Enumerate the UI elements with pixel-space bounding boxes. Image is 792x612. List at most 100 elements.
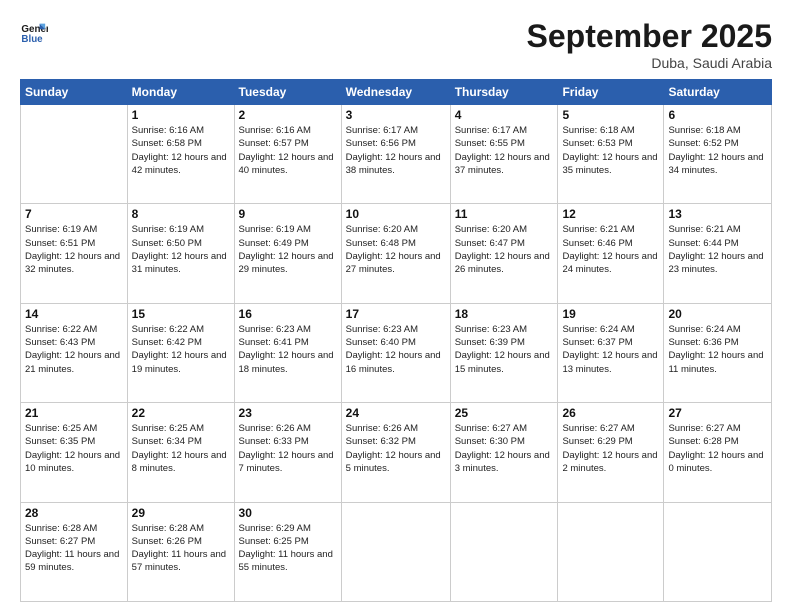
day-of-week-friday: Friday [558,80,664,105]
calendar-cell: 8 Sunrise: 6:19 AM Sunset: 6:50 PM Daylig… [127,204,234,303]
calendar-cell: 29Sunrise: 6:28 AM Sunset: 6:26 PM Dayli… [127,502,234,601]
day-number: 21 [25,406,123,420]
calendar-cell: 12 Sunrise: 6:21 AM Sunset: 6:46 PM Dayli… [558,204,664,303]
calendar-week-row: 7Sunrise: 6:19 AM Sunset: 6:51 PM Daylig… [21,204,772,303]
calendar-cell [341,502,450,601]
calendar-cell: 26Sunrise: 6:27 AM Sunset: 6:29 PM Dayli… [558,403,664,502]
day-number: 19 [562,307,659,321]
day-number: 24 [346,406,446,420]
calendar-cell: 3 Sunrise: 6:17 AM Sunset: 6:56 PM Daylig… [341,105,450,204]
calendar-cell: 25 Sunrise: 6:27 AM Sunset: 6:30 PM Dayli… [450,403,558,502]
day-number: 12 [562,207,659,221]
day-info: Sunrise: 6:18 AM Sunset: 6:52 PM Dayligh… [668,124,767,177]
title-block: September 2025 Duba, Saudi Arabia [527,18,772,71]
day-info: Sunrise: 6:21 AM Sunset: 6:46 PM Dayligh… [562,223,659,276]
day-number: 3 [346,108,446,122]
calendar-cell [664,502,772,601]
day-number: 5 [562,108,659,122]
calendar-cell: 27 Sunrise: 6:27 AM Sunset: 6:28 PM Dayli… [664,403,772,502]
day-number: 22 [132,406,230,420]
day-number: 23 [239,406,337,420]
day-number: 25 [455,406,554,420]
calendar-cell: 4 Sunrise: 6:17 AM Sunset: 6:55 PM Daylig… [450,105,558,204]
day-number: 20 [668,307,767,321]
page: General Blue September 2025 Duba, Saudi … [0,0,792,612]
calendar-week-row: 1Sunrise: 6:16 AM Sunset: 6:58 PM Daylig… [21,105,772,204]
calendar: SundayMondayTuesdayWednesdayThursdayFrid… [20,79,772,602]
day-info: Sunrise: 6:29 AM Sunset: 6:25 PM Dayligh… [239,522,337,575]
calendar-cell: 23 Sunrise: 6:26 AM Sunset: 6:33 PM Dayli… [234,403,341,502]
calendar-cell [450,502,558,601]
calendar-cell: 13 Sunrise: 6:21 AM Sunset: 6:44 PM Dayli… [664,204,772,303]
day-info: Sunrise: 6:25 AM Sunset: 6:34 PM Dayligh… [132,422,230,475]
day-number: 27 [668,406,767,420]
day-of-week-saturday: Saturday [664,80,772,105]
calendar-cell: 14Sunrise: 6:22 AM Sunset: 6:43 PM Dayli… [21,303,128,402]
day-info: Sunrise: 6:23 AM Sunset: 6:41 PM Dayligh… [239,323,337,376]
day-number: 17 [346,307,446,321]
day-info: Sunrise: 6:23 AM Sunset: 6:39 PM Dayligh… [455,323,554,376]
calendar-week-row: 14Sunrise: 6:22 AM Sunset: 6:43 PM Dayli… [21,303,772,402]
day-info: Sunrise: 6:16 AM Sunset: 6:57 PM Dayligh… [239,124,337,177]
calendar-cell: 24 Sunrise: 6:26 AM Sunset: 6:32 PM Dayli… [341,403,450,502]
calendar-cell: 10Sunrise: 6:20 AM Sunset: 6:48 PM Dayli… [341,204,450,303]
day-info: Sunrise: 6:19 AM Sunset: 6:49 PM Dayligh… [239,223,337,276]
day-info: Sunrise: 6:19 AM Sunset: 6:51 PM Dayligh… [25,223,123,276]
day-of-week-sunday: Sunday [21,80,128,105]
day-number: 30 [239,506,337,520]
day-number: 2 [239,108,337,122]
calendar-header-row: SundayMondayTuesdayWednesdayThursdayFrid… [21,80,772,105]
day-info: Sunrise: 6:27 AM Sunset: 6:29 PM Dayligh… [562,422,659,475]
day-of-week-monday: Monday [127,80,234,105]
day-of-week-thursday: Thursday [450,80,558,105]
day-info: Sunrise: 6:28 AM Sunset: 6:27 PM Dayligh… [25,522,123,575]
month-title: September 2025 [527,18,772,55]
calendar-cell: 19 Sunrise: 6:24 AM Sunset: 6:37 PM Dayli… [558,303,664,402]
day-number: 13 [668,207,767,221]
day-info: Sunrise: 6:22 AM Sunset: 6:42 PM Dayligh… [132,323,230,376]
calendar-cell: 15 Sunrise: 6:22 AM Sunset: 6:42 PM Dayli… [127,303,234,402]
day-info: Sunrise: 6:25 AM Sunset: 6:35 PM Dayligh… [25,422,123,475]
day-number: 11 [455,207,554,221]
day-number: 6 [668,108,767,122]
calendar-cell: 6 Sunrise: 6:18 AM Sunset: 6:52 PM Daylig… [664,105,772,204]
subtitle: Duba, Saudi Arabia [527,55,772,71]
day-info: Sunrise: 6:24 AM Sunset: 6:36 PM Dayligh… [668,323,767,376]
logo: General Blue [20,18,48,46]
day-info: Sunrise: 6:26 AM Sunset: 6:32 PM Dayligh… [346,422,446,475]
calendar-cell: 11Sunrise: 6:20 AM Sunset: 6:47 PM Dayli… [450,204,558,303]
calendar-cell: 7Sunrise: 6:19 AM Sunset: 6:51 PM Daylig… [21,204,128,303]
day-info: Sunrise: 6:21 AM Sunset: 6:44 PM Dayligh… [668,223,767,276]
svg-text:Blue: Blue [21,34,43,45]
day-info: Sunrise: 6:19 AM Sunset: 6:50 PM Dayligh… [132,223,230,276]
day-info: Sunrise: 6:17 AM Sunset: 6:56 PM Dayligh… [346,124,446,177]
day-info: Sunrise: 6:18 AM Sunset: 6:53 PM Dayligh… [562,124,659,177]
day-number: 9 [239,207,337,221]
day-number: 8 [132,207,230,221]
day-info: Sunrise: 6:28 AM Sunset: 6:26 PM Dayligh… [132,522,230,575]
calendar-week-row: 21 Sunrise: 6:25 AM Sunset: 6:35 PM Dayli… [21,403,772,502]
day-info: Sunrise: 6:26 AM Sunset: 6:33 PM Dayligh… [239,422,337,475]
header: General Blue September 2025 Duba, Saudi … [20,18,772,71]
day-of-week-wednesday: Wednesday [341,80,450,105]
day-info: Sunrise: 6:27 AM Sunset: 6:30 PM Dayligh… [455,422,554,475]
calendar-cell: 30 Sunrise: 6:29 AM Sunset: 6:25 PM Dayli… [234,502,341,601]
calendar-cell: 9 Sunrise: 6:19 AM Sunset: 6:49 PM Daylig… [234,204,341,303]
day-number: 15 [132,307,230,321]
day-number: 16 [239,307,337,321]
calendar-cell: 5 Sunrise: 6:18 AM Sunset: 6:53 PM Daylig… [558,105,664,204]
day-number: 10 [346,207,446,221]
day-info: Sunrise: 6:24 AM Sunset: 6:37 PM Dayligh… [562,323,659,376]
calendar-cell: 2 Sunrise: 6:16 AM Sunset: 6:57 PM Daylig… [234,105,341,204]
logo-icon: General Blue [20,18,48,46]
day-info: Sunrise: 6:27 AM Sunset: 6:28 PM Dayligh… [668,422,767,475]
calendar-cell: 17Sunrise: 6:23 AM Sunset: 6:40 PM Dayli… [341,303,450,402]
calendar-cell: 28Sunrise: 6:28 AM Sunset: 6:27 PM Dayli… [21,502,128,601]
calendar-cell: 20 Sunrise: 6:24 AM Sunset: 6:36 PM Dayli… [664,303,772,402]
day-number: 4 [455,108,554,122]
day-of-week-tuesday: Tuesday [234,80,341,105]
day-number: 18 [455,307,554,321]
calendar-cell: 22 Sunrise: 6:25 AM Sunset: 6:34 PM Dayli… [127,403,234,502]
day-number: 1 [132,108,230,122]
day-info: Sunrise: 6:17 AM Sunset: 6:55 PM Dayligh… [455,124,554,177]
